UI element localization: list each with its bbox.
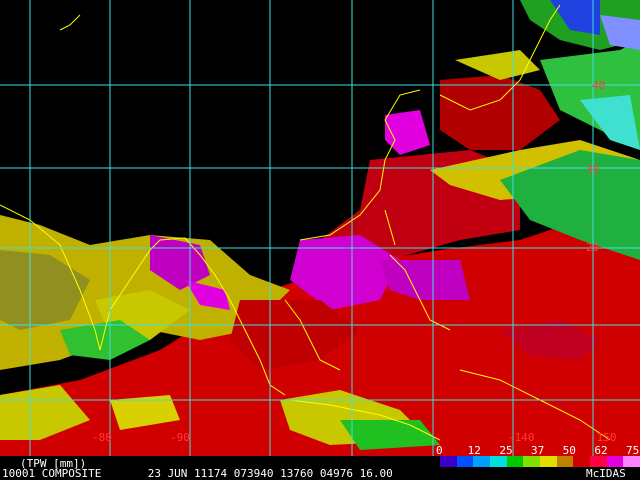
source-label: McIDAS: [586, 467, 626, 480]
colorbar-swatch: [523, 456, 541, 467]
tpw-field: [0, 0, 640, 456]
tpw-map: [0, 0, 640, 456]
colorbar-swatch: [456, 456, 474, 467]
colorbar-swatch: [473, 456, 491, 467]
lon-label-140: -140: [508, 431, 535, 444]
colorbar-tick-label: 50: [562, 444, 576, 457]
colorbar-swatch: [540, 456, 557, 467]
colorbar-tick-label: 25: [499, 444, 513, 457]
lat-label-30: 30: [586, 163, 600, 176]
lon-label-90: -90: [170, 431, 190, 444]
lat-label-20: 20: [586, 241, 600, 254]
colorbar-swatch: [490, 456, 507, 467]
colorbar-swatch: [590, 456, 607, 467]
colorbar-tick-label: 62: [594, 444, 608, 457]
colorbar-swatch: [506, 456, 524, 467]
colorbar-tick-label: 37: [531, 444, 545, 457]
colorbar: [440, 456, 640, 467]
lon-label-150: -150: [590, 431, 617, 444]
lat-label-40: 40: [592, 79, 606, 92]
colorbar-swatch: [606, 456, 624, 467]
lon-label-80: -80: [92, 431, 112, 444]
colorbar-tick-label: 0: [436, 444, 443, 457]
product-info: 10001 COMPOSITE 23 JUN 11174 073940 1376…: [2, 467, 393, 480]
colorbar-tick-label: 75: [626, 444, 640, 457]
colorbar-tick-label: 12: [467, 444, 481, 457]
colorbar-swatch: [623, 456, 640, 467]
colorbar-swatch: [573, 456, 591, 467]
colorbar-swatch: [440, 456, 457, 467]
colorbar-swatch: [556, 456, 574, 467]
